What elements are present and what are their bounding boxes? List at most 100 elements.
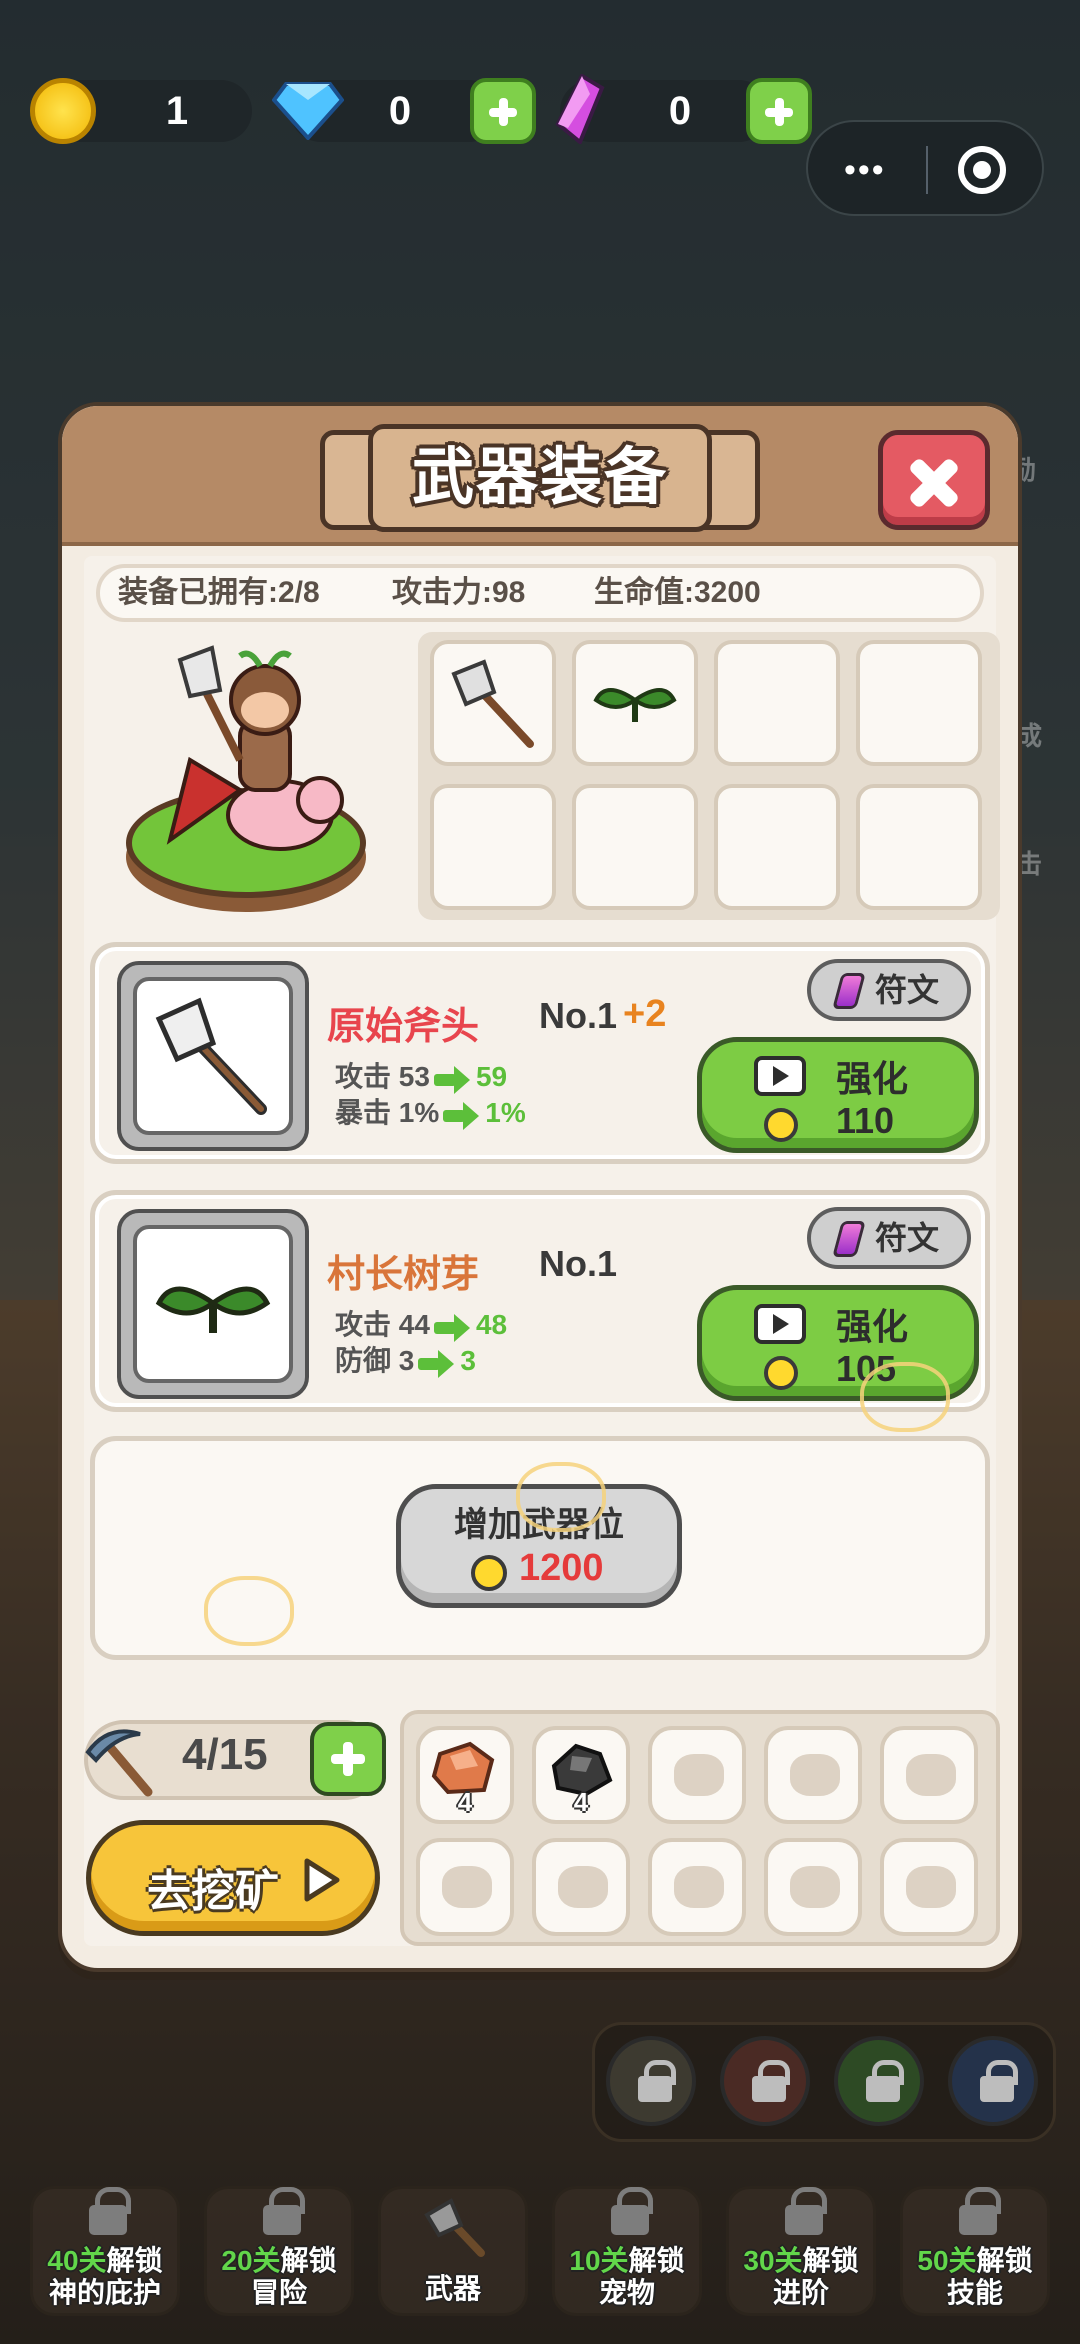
close-button[interactable] [878, 430, 990, 530]
equipment-slot[interactable] [714, 784, 840, 910]
sprout-icon [593, 688, 677, 722]
rune-button-label: 符文 [875, 1220, 940, 1256]
close-miniprogram-icon[interactable] [958, 146, 1006, 194]
locked-ore-icon [790, 1866, 840, 1908]
nav-item-weapons[interactable]: 武器 [378, 2186, 528, 2316]
nav-item-skills[interactable]: 50关解锁 技能 [900, 2186, 1050, 2316]
stat-label: 攻击 44 [335, 1309, 430, 1340]
ore-count: 4 [573, 1787, 589, 1817]
weapon-icon-frame [117, 961, 309, 1151]
crystal-icon [555, 74, 605, 144]
locked-ore-icon [906, 1754, 956, 1796]
crystal-icon [832, 1221, 866, 1257]
coin-icon [471, 1555, 507, 1591]
panel-title: 武器装备 [411, 443, 668, 512]
lock-icon [959, 2187, 1001, 2235]
play-arrow-icon [304, 1858, 340, 1902]
locked-skill-slot[interactable] [720, 2036, 810, 2126]
weapon-name: 原始斧头 [327, 1006, 480, 1048]
weapon-level: No.1 [539, 1243, 618, 1284]
upgrade-label: 强化 [836, 1306, 909, 1347]
go-mining-button[interactable]: 去挖矿 [86, 1820, 380, 1936]
arrow-right-icon [433, 1313, 472, 1342]
more-icon[interactable]: ••• [844, 153, 886, 187]
weapon-bonus: +2 [623, 993, 667, 1035]
nav-item-advance[interactable]: 30关解锁 进阶 [726, 2186, 876, 2316]
ore-slot[interactable] [416, 1838, 514, 1936]
equipment-slot[interactable] [430, 784, 556, 910]
attack-power: 攻击力:98 [392, 576, 526, 609]
sprout-icon [155, 1286, 271, 1333]
arrow-right-icon [433, 1065, 472, 1094]
locked-ore-icon [790, 1754, 840, 1796]
equipment-slot[interactable] [572, 640, 698, 766]
locked-ore-icon [906, 1866, 956, 1908]
coin-count: 1 [165, 89, 189, 133]
weapon-level: No.1 [539, 995, 618, 1036]
pickaxe-count: 4/15 [182, 1730, 268, 1779]
coin-icon [30, 78, 96, 144]
ore-slot[interactable] [764, 1726, 862, 1824]
crystal-count: 0 [668, 89, 692, 133]
ore-slot[interactable]: 4 [532, 1726, 630, 1824]
locked-ore-icon [442, 1866, 492, 1908]
video-ad-icon [754, 1304, 806, 1344]
locked-ore-icon [558, 1866, 608, 1908]
ore-slot[interactable] [764, 1838, 862, 1936]
add-slot-cost: 1200 [519, 1547, 604, 1589]
coin-icon [764, 1108, 798, 1142]
locked-ore-icon [674, 1866, 724, 1908]
ore-slot[interactable] [648, 1726, 746, 1824]
add-crystal-button[interactable] [746, 78, 812, 144]
equipment-slot[interactable] [856, 640, 982, 766]
locked-skill-slot[interactable] [834, 2036, 924, 2126]
stat-new-value: 3 [460, 1345, 476, 1376]
nav-item-adventure[interactable]: 20关解锁 冒险 [204, 2186, 354, 2316]
axe-icon [155, 997, 267, 1115]
lock-icon [785, 2187, 827, 2235]
ore-slot[interactable]: 4 [416, 1726, 514, 1824]
axe-icon [424, 2198, 485, 2257]
ore-slot[interactable] [532, 1838, 630, 1936]
arrow-right-icon [418, 1349, 456, 1378]
arrow-right-icon [443, 1101, 481, 1130]
stat-label: 攻击 53 [335, 1061, 430, 1092]
weapon-card[interactable]: 村长树芽 No.1 攻击 44 48 防御 33 符文 强化 105 [90, 1190, 990, 1412]
hero-character [166, 645, 344, 851]
sparkle-effect [516, 1462, 606, 1532]
ore-inventory: 4 4 [400, 1710, 1000, 1946]
equipment-slot[interactable] [572, 784, 698, 910]
lock-icon [611, 2187, 653, 2235]
go-mining-label: 去挖矿 [147, 1867, 279, 1916]
nav-item-pets[interactable]: 10关解锁 宠物 [552, 2186, 702, 2316]
equipment-stats-bar: 装备已拥有:2/8 攻击力:98 生命值:3200 [96, 564, 984, 622]
ore-slot[interactable] [648, 1838, 746, 1936]
ore-slot[interactable] [880, 1726, 978, 1824]
pickaxe-icon [85, 1729, 153, 1797]
nav-item-divine-protection[interactable]: 40关解锁 神的庇护 [30, 2186, 180, 2316]
locked-skill-slot[interactable] [606, 2036, 696, 2126]
lock-icon [980, 2060, 1018, 2102]
upgrade-button[interactable]: 强化 110 [697, 1037, 979, 1153]
equipment-slot[interactable] [714, 640, 840, 766]
lock-icon [89, 2187, 131, 2235]
rune-button[interactable]: 符文 [807, 1207, 971, 1269]
locked-ore-icon [674, 1754, 724, 1796]
coin-icon [764, 1356, 798, 1390]
rune-button[interactable]: 符文 [807, 959, 971, 1021]
weapon-stat-row: 攻击 44 48 [335, 1303, 507, 1343]
equipment-slot[interactable] [856, 784, 982, 910]
hp-value: 生命值:3200 [594, 576, 761, 609]
add-diamond-button[interactable] [470, 78, 536, 144]
weapon-icon-frame [117, 1209, 309, 1399]
add-pickaxe-button[interactable] [310, 1722, 386, 1796]
owned-count: 装备已拥有:2/8 [118, 576, 320, 609]
locked-skill-slot[interactable] [948, 2036, 1038, 2126]
equipment-slot[interactable] [430, 640, 556, 766]
video-ad-icon [754, 1056, 806, 1096]
weapon-stat-row: 防御 3 3 [335, 1339, 476, 1379]
weapon-card[interactable]: 原始斧头 No.1 +2 攻击 53 59 暴击 1% 1% 符文 强化 110 [90, 942, 990, 1164]
stat-label: 暴击 1% [335, 1097, 440, 1128]
weapon-stat-row: 暴击 1% 1% [335, 1091, 526, 1131]
ore-slot[interactable] [880, 1838, 978, 1936]
